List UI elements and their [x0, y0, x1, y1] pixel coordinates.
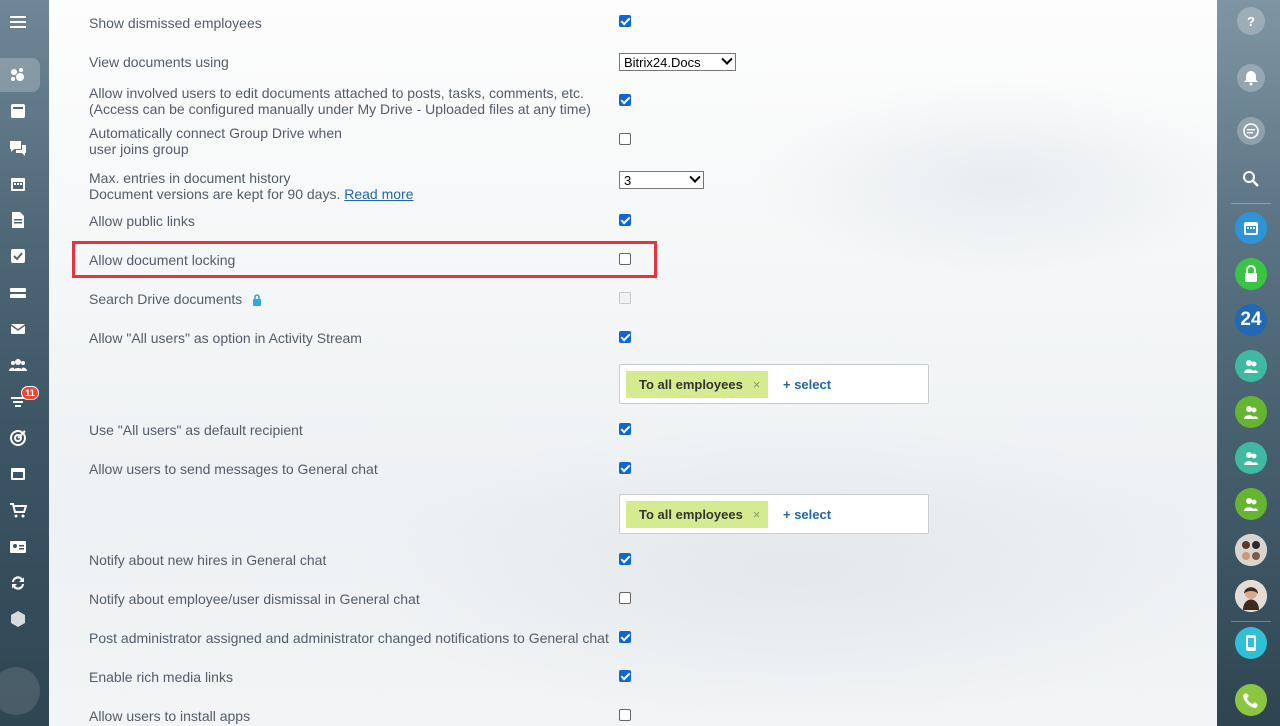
notification-badge: 11	[21, 386, 39, 400]
max-history-label: Max. entries in document history Documen…	[89, 170, 414, 202]
remove-tag-icon[interactable]: ×	[753, 507, 761, 522]
search-drive-checkbox	[619, 292, 631, 304]
recipient-tag: To all employees ×	[626, 371, 769, 398]
lock-icon	[253, 294, 262, 307]
view-documents-select[interactable]: Bitrix24.Docs	[619, 53, 736, 71]
recipient-tag: To all employees ×	[626, 501, 769, 528]
phone-icon[interactable]	[1235, 684, 1267, 716]
chat-icon[interactable]	[6, 136, 30, 160]
read-more-link[interactable]: Read more	[344, 186, 413, 202]
notifications-icon[interactable]	[1237, 64, 1265, 92]
feed-icon[interactable]	[6, 99, 30, 123]
box-icon[interactable]	[6, 607, 30, 631]
notify-dismissal-checkbox[interactable]	[619, 592, 631, 604]
view-documents-label: View documents using	[89, 54, 229, 70]
settings-panel: Show dismissed employees View documents …	[49, 0, 1217, 726]
all-users-option-checkbox[interactable]	[619, 331, 631, 343]
device-icon[interactable]	[1235, 627, 1267, 659]
right-sidebar: ? 24	[1217, 0, 1280, 726]
document-locking-checkbox[interactable]	[619, 253, 631, 265]
select-recipient-link[interactable]: + select	[783, 507, 831, 522]
group-chat-icon[interactable]	[1235, 442, 1267, 474]
allow-involved-edit-checkbox[interactable]	[619, 94, 631, 106]
tasks-icon[interactable]	[6, 244, 30, 268]
search-drive-label: Search Drive documents	[89, 291, 262, 307]
all-users-default-checkbox[interactable]	[619, 423, 631, 435]
stream-icon[interactable]	[6, 63, 30, 87]
chevron-down-icon	[721, 53, 733, 65]
post-admin-notifications-checkbox[interactable]	[619, 631, 631, 643]
search-icon[interactable]	[1235, 163, 1267, 195]
target-icon[interactable]	[6, 426, 30, 450]
group-chat-icon[interactable]	[1235, 350, 1267, 382]
post-admin-notifications-label: Post administrator assigned and administ…	[89, 630, 609, 646]
calendar-icon[interactable]	[6, 172, 30, 196]
shop-icon[interactable]	[6, 498, 30, 522]
show-dismissed-label: Show dismissed employees	[89, 15, 262, 31]
search-drive-text: Search Drive documents	[89, 291, 243, 307]
group-chat-icon[interactable]	[1235, 488, 1267, 520]
document-locking-label: Allow document locking	[89, 252, 236, 268]
rich-media-checkbox[interactable]	[619, 670, 631, 682]
auto-connect-label: Automatically connect Group Drive when u…	[89, 125, 342, 157]
contact-card-icon[interactable]	[6, 535, 30, 559]
notify-new-hires-label: Notify about new hires in General chat	[89, 552, 327, 568]
all-users-default-label: Use "All users" as default recipient	[89, 422, 303, 438]
svg-text:?: ?	[1247, 14, 1255, 29]
select-recipient-link[interactable]: + select	[783, 377, 831, 392]
allow-involved-edit-line2: (Access can be configured manually under…	[89, 101, 591, 117]
document-icon[interactable]	[6, 208, 30, 232]
drive-icon[interactable]	[6, 281, 30, 305]
recipient-selector-1[interactable]: To all employees × + select	[619, 364, 929, 404]
auto-connect-line1: Automatically connect Group Drive when	[89, 125, 342, 141]
avatar[interactable]	[1235, 580, 1267, 612]
install-apps-checkbox[interactable]	[619, 709, 631, 721]
view-documents-value: Bitrix24.Docs	[624, 54, 701, 70]
notify-dismissal-label: Notify about employee/user dismissal in …	[89, 591, 420, 607]
recipient-selector-2[interactable]: To all employees × + select	[619, 494, 929, 534]
max-history-select[interactable]: 3	[619, 171, 704, 189]
recipient-tag-label: To all employees	[639, 507, 743, 522]
calendar-icon[interactable]	[1235, 212, 1267, 244]
allow-involved-edit-line1: Allow involved users to edit documents a…	[89, 85, 584, 101]
allow-involved-edit-label: Allow involved users to edit documents a…	[89, 85, 591, 117]
messages-icon[interactable]	[1237, 117, 1265, 145]
rich-media-label: Enable rich media links	[89, 669, 233, 685]
recipient-tag-label: To all employees	[639, 377, 743, 392]
help-icon[interactable]: ?	[1237, 7, 1265, 35]
lock-icon[interactable]	[1235, 258, 1267, 290]
left-sidebar: 11	[0, 0, 49, 726]
show-dismissed-checkbox[interactable]	[619, 15, 631, 27]
mail-icon[interactable]	[6, 317, 30, 341]
chevron-down-icon	[689, 171, 701, 183]
sync-icon[interactable]	[6, 571, 30, 595]
collapse-button[interactable]	[0, 667, 40, 715]
max-history-line2: Document versions are kept for 90 days.	[89, 186, 341, 202]
sites-icon[interactable]	[6, 462, 30, 486]
auto-connect-checkbox[interactable]	[619, 133, 631, 145]
menu-icon[interactable]	[6, 10, 30, 34]
send-general-chat-label: Allow users to send messages to General …	[89, 461, 378, 477]
remove-tag-icon[interactable]: ×	[753, 377, 761, 392]
groups-icon[interactable]	[6, 353, 30, 377]
public-links-checkbox[interactable]	[619, 214, 631, 226]
bitrix24-logo[interactable]: 24	[1235, 304, 1267, 336]
group-chat-icon[interactable]	[1235, 396, 1267, 428]
max-history-line1: Max. entries in document history	[89, 170, 291, 186]
public-links-label: Allow public links	[89, 213, 195, 229]
all-users-option-label: Allow "All users" as option in Activity …	[89, 330, 362, 346]
avatar[interactable]	[1235, 534, 1267, 566]
notify-new-hires-checkbox[interactable]	[619, 553, 631, 565]
max-history-value: 3	[624, 172, 632, 188]
auto-connect-line2: user joins group	[89, 141, 189, 157]
send-general-chat-checkbox[interactable]	[619, 462, 631, 474]
install-apps-label: Allow users to install apps	[89, 708, 251, 724]
